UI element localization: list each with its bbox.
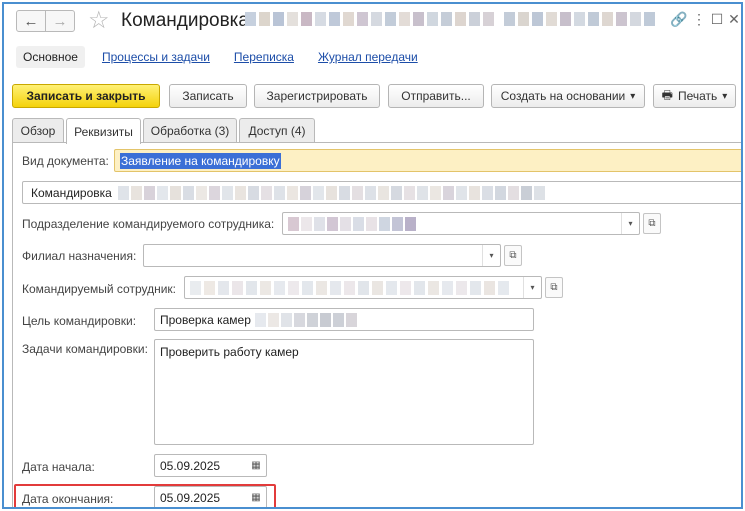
redacted-employee-value	[190, 280, 509, 295]
favorite-star-icon[interactable]: ☆	[88, 6, 110, 35]
employee-field[interactable]: ▾	[184, 276, 542, 299]
more-icon[interactable]: ⋮	[689, 9, 709, 29]
department-open-icon[interactable]: ⧉	[643, 213, 661, 234]
employee-open-icon[interactable]: ⧉	[545, 277, 563, 298]
purpose-label: Цель командировки:	[22, 314, 137, 328]
send-button[interactable]: Отправить...	[388, 84, 484, 108]
tab-processing[interactable]: Обработка (3)	[143, 118, 237, 143]
end-date-value: 05.09.2025	[160, 490, 221, 505]
close-icon[interactable]: ✕	[724, 9, 741, 29]
save-button[interactable]: Записать	[169, 84, 247, 108]
department-field[interactable]: ▾	[282, 212, 640, 235]
create-based-on-label: Создать на основании	[500, 89, 626, 103]
start-date-field[interactable]: 05.09.2025 ▦	[154, 454, 267, 477]
redacted-subject-tail	[117, 185, 545, 200]
redacted-title-suffix-2	[504, 12, 664, 28]
arrow-right-icon: →	[52, 12, 68, 30]
end-date-label: Дата окончания:	[22, 492, 114, 506]
tab-requisites[interactable]: Реквизиты	[66, 118, 141, 144]
start-date-calendar-icon[interactable]: ▦	[246, 455, 266, 476]
tasks-label: Задачи командировки:	[22, 342, 148, 356]
forward-button[interactable]: →	[45, 10, 75, 32]
branch-open-icon[interactable]: ⧉	[504, 245, 522, 266]
department-label: Подразделение командируемого сотрудника:	[22, 217, 275, 231]
printer-icon: 🖶	[661, 87, 673, 102]
form-navigation: Основное Процессы и задачи Переписка Жур…	[16, 46, 435, 68]
purpose-field[interactable]: Проверка камер	[154, 308, 534, 331]
tab-overview[interactable]: Обзор	[12, 118, 64, 143]
employee-label: Командируемый сотрудник:	[22, 282, 177, 296]
nav-main[interactable]: Основное	[16, 46, 85, 68]
save-and-close-button[interactable]: Записать и закрыть	[12, 84, 160, 108]
doc-type-label: Вид документа:	[22, 154, 109, 168]
end-date-calendar-icon[interactable]: ▦	[246, 487, 266, 507]
back-button[interactable]: ←	[16, 10, 46, 32]
nav-transfer-log-link[interactable]: Журнал передачи	[311, 46, 425, 68]
doc-type-value: Заявление на командировку	[120, 152, 281, 169]
end-date-field[interactable]: 05.09.2025 ▦	[154, 486, 267, 507]
nav-processes-link[interactable]: Процессы и задачи	[95, 46, 217, 68]
branch-label: Филиал назначения:	[22, 249, 137, 263]
department-chevron-down-icon[interactable]: ▾	[621, 213, 639, 234]
redacted-department-value	[288, 216, 416, 231]
nav-correspondence-link[interactable]: Переписка	[227, 46, 301, 68]
print-button[interactable]: 🖶 Печать ▾	[653, 84, 736, 108]
start-date-label: Дата начала:	[22, 460, 95, 474]
subject-value: Командировка	[31, 185, 112, 200]
print-label: Печать	[677, 89, 718, 103]
purpose-value: Проверка камер	[160, 312, 251, 327]
chevron-down-icon: ▾	[722, 90, 728, 102]
branch-chevron-down-icon[interactable]: ▾	[482, 245, 500, 266]
link-icon[interactable]: 🔗	[669, 9, 689, 29]
redacted-title-suffix	[245, 12, 495, 28]
subject-field[interactable]: Командировка	[22, 181, 741, 204]
arrow-left-icon: ←	[23, 12, 39, 30]
tab-access[interactable]: Доступ (4)	[239, 118, 315, 143]
redacted-purpose-tail	[254, 312, 357, 327]
doc-type-field[interactable]: Заявление на командировку	[114, 149, 741, 172]
start-date-value: 05.09.2025	[160, 458, 221, 473]
create-based-on-button[interactable]: Создать на основании ▾	[491, 84, 645, 108]
branch-field[interactable]: ▾	[143, 244, 501, 267]
document-window: ← → ☆ Командировка 🔗 ⋮ ☐ ✕ Основное Проц…	[2, 2, 743, 509]
chevron-down-icon: ▾	[630, 90, 636, 102]
employee-chevron-down-icon[interactable]: ▾	[523, 277, 541, 298]
tasks-textarea[interactable]: Проверить работу камер	[154, 339, 534, 445]
register-button[interactable]: Зарегистрировать	[254, 84, 380, 108]
page-title: Командировка	[121, 10, 249, 31]
